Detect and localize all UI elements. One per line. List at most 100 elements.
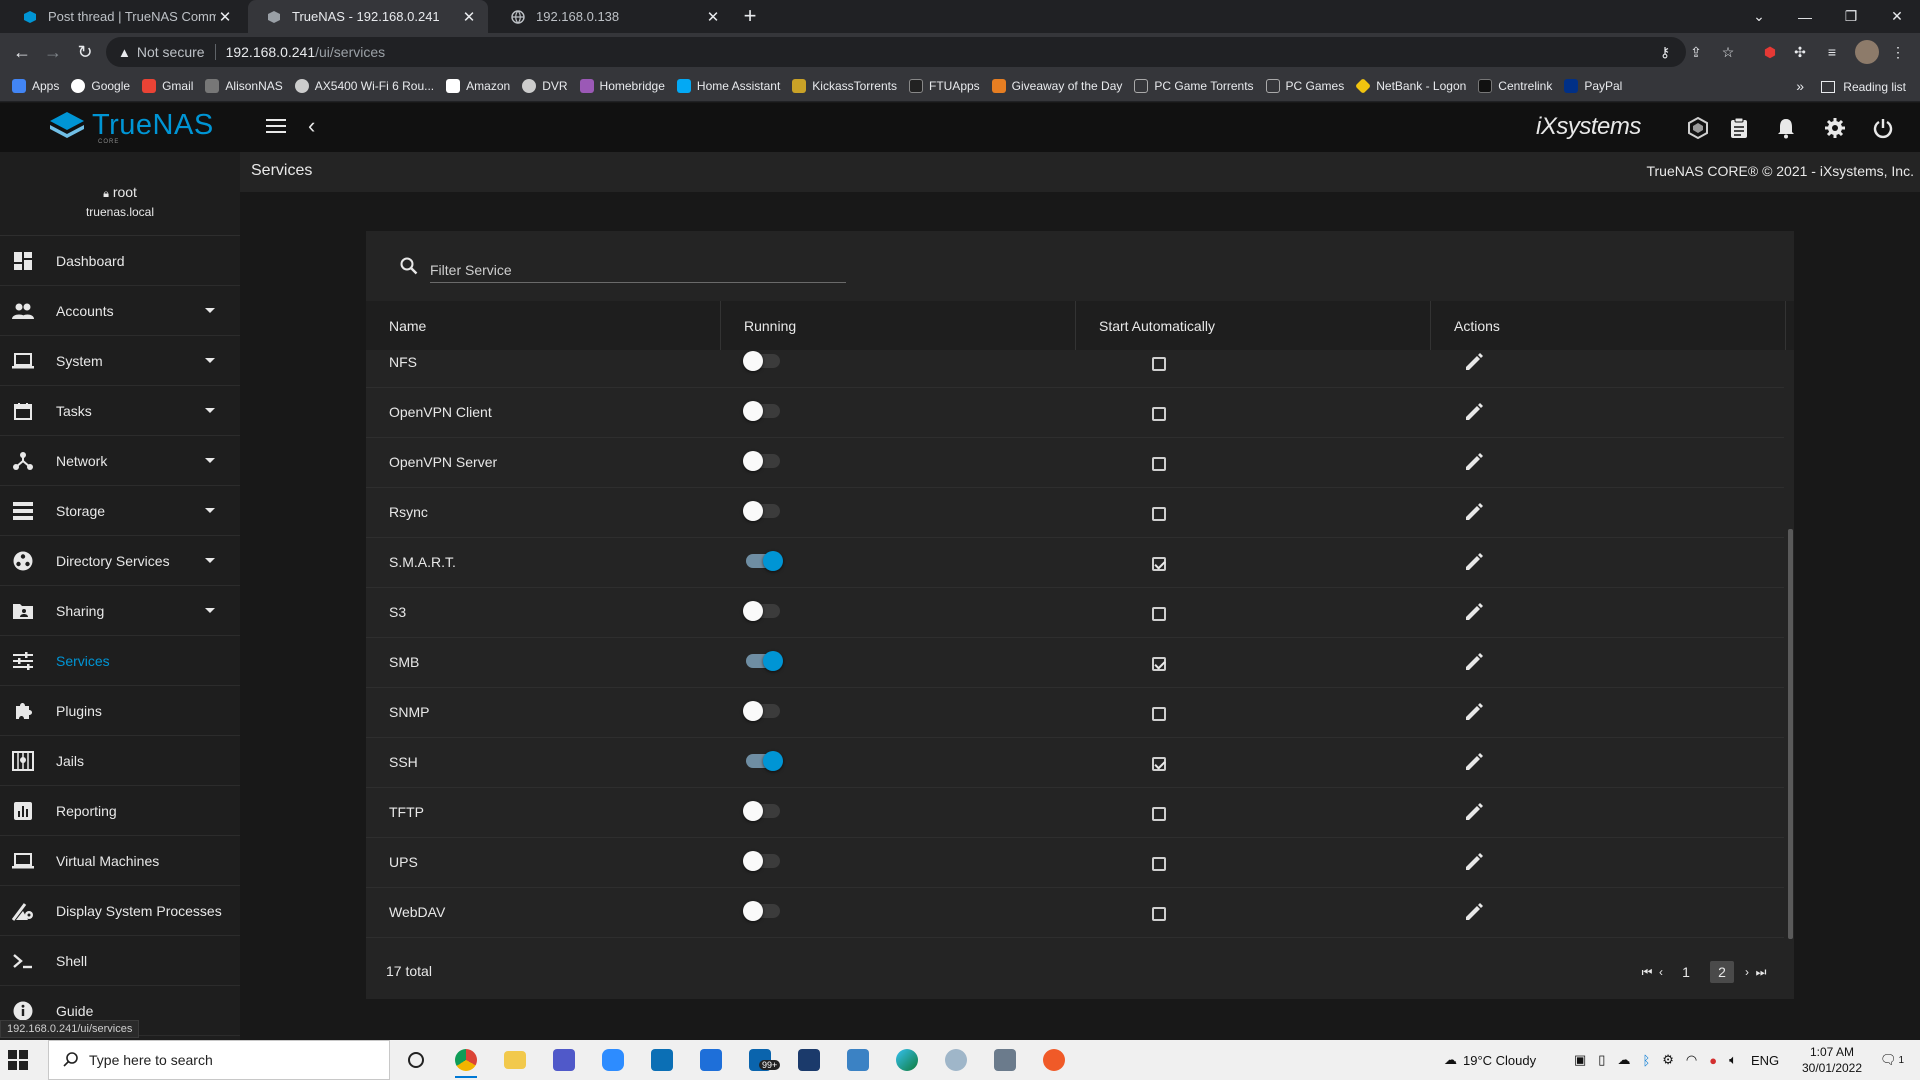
menu-icon[interactable]: ⋮ (1888, 42, 1908, 62)
truenas-logo[interactable]: TrueNAS (48, 110, 214, 140)
close-icon[interactable]: ✕ (460, 8, 478, 26)
edit-pencil-icon[interactable] (1463, 851, 1487, 875)
tab-192-168-0-138[interactable]: 192.168.0.138 ✕ (492, 0, 732, 33)
bookmark-giveaway[interactable]: Giveaway of the Day (991, 79, 1122, 93)
profile-avatar[interactable] (1855, 40, 1879, 64)
tray-icon[interactable]: ⚙ (1662, 1052, 1674, 1068)
start-automatically-checkbox[interactable] (1152, 757, 1166, 771)
table-scrollbar-thumb[interactable] (1788, 529, 1793, 939)
sidebar-item-dashboard[interactable]: Dashboard (0, 236, 240, 286)
edit-pencil-icon[interactable] (1463, 451, 1487, 475)
start-automatically-checkbox[interactable] (1152, 457, 1166, 471)
back-icon[interactable]: ← (7, 37, 37, 67)
column-header-running[interactable]: Running (721, 301, 1076, 350)
bookmark-paypal[interactable]: PayPal (1564, 79, 1622, 93)
minimize-icon[interactable]: — (1782, 0, 1828, 33)
running-toggle[interactable] (743, 401, 780, 421)
edit-pencil-icon[interactable] (1463, 601, 1487, 625)
store-icon[interactable] (843, 1046, 873, 1074)
address-bar[interactable]: ▲ Not secure 192.168.0.241/ui/services (106, 37, 1686, 67)
reading-list-button[interactable]: Reading list (1821, 71, 1906, 102)
bookmark-ftuapps[interactable]: FTUApps (908, 79, 980, 93)
start-automatically-checkbox[interactable] (1152, 557, 1166, 571)
previous-page-icon[interactable]: ‹ (1654, 965, 1668, 979)
start-automatically-checkbox[interactable] (1152, 657, 1166, 671)
page-1-button[interactable]: 1 (1674, 961, 1698, 983)
key-icon[interactable]: ⚷ (1655, 42, 1675, 62)
sidebar-item-jails[interactable]: Jails (0, 736, 240, 786)
sidebar-item-tasks[interactable]: Tasks (0, 386, 240, 436)
bookmark-kickass[interactable]: KickassTorrents (792, 79, 897, 93)
bookmark-netbank[interactable]: NetBank - Logon (1355, 78, 1466, 94)
bookmark-gmail[interactable]: Gmail (142, 79, 193, 93)
sidebar-item-network[interactable]: Network (0, 436, 240, 486)
running-toggle[interactable] (743, 801, 780, 821)
next-page-icon[interactable]: › (1740, 965, 1754, 979)
battery-icon[interactable]: ▯ (1598, 1052, 1605, 1068)
running-toggle[interactable] (746, 651, 783, 671)
edit-pencil-icon[interactable] (1463, 801, 1487, 825)
sidebar-item-plugins[interactable]: Plugins (0, 686, 240, 736)
lightning-app-icon[interactable] (1039, 1046, 1069, 1074)
network-tool-icon[interactable] (941, 1046, 971, 1074)
app-icon[interactable] (990, 1046, 1020, 1074)
sidebar-item-services[interactable]: Services (0, 636, 240, 686)
sidebar-item-accounts[interactable]: Accounts (0, 286, 240, 336)
close-window-icon[interactable]: ✕ (1874, 0, 1920, 33)
language-indicator[interactable]: ENG (1751, 1053, 1779, 1068)
first-page-icon[interactable]: ⏮ (1640, 965, 1654, 980)
clock[interactable]: 1:07 AM 30/01/2022 (1796, 1044, 1868, 1076)
running-toggle[interactable] (746, 751, 783, 771)
bookmark-ax5400[interactable]: AX5400 Wi-Fi 6 Rou... (294, 79, 434, 93)
running-toggle[interactable] (743, 451, 780, 471)
wifi-icon[interactable]: ◠ (1686, 1052, 1697, 1068)
edit-pencil-icon[interactable] (1463, 651, 1487, 675)
tab-truenas[interactable]: TrueNAS - 192.168.0.241 ✕ (248, 0, 488, 33)
start-automatically-checkbox[interactable] (1152, 857, 1166, 871)
zoom-icon[interactable] (598, 1046, 628, 1074)
edit-pencil-icon[interactable] (1463, 901, 1487, 925)
edit-pencil-icon[interactable] (1463, 351, 1487, 375)
tab-search-icon[interactable]: ⌄ (1736, 0, 1782, 33)
power-icon[interactable] (1870, 115, 1896, 141)
notifications-button[interactable]: 🗨︎ 1 (1880, 1040, 1904, 1080)
tray-icon[interactable]: ▣ (1574, 1052, 1586, 1068)
share-icon[interactable]: ⇪ (1686, 42, 1706, 62)
file-explorer-icon[interactable] (500, 1046, 530, 1074)
bookmark-star-icon[interactable]: ☆ (1718, 42, 1738, 62)
app-bookmark-icon[interactable] (647, 1046, 677, 1074)
bookmark-centrelink[interactable]: Centrelink (1478, 79, 1552, 93)
extensions-icon[interactable]: ✣ (1790, 42, 1810, 62)
start-automatically-checkbox[interactable] (1152, 807, 1166, 821)
filter-service-input[interactable] (430, 253, 846, 283)
volume-icon[interactable]: 🔈︎ (1729, 1052, 1737, 1068)
close-icon[interactable]: ✕ (704, 8, 722, 26)
teams-icon[interactable] (549, 1046, 579, 1074)
sidebar-item-virtual-machines[interactable]: Virtual Machines (0, 836, 240, 886)
start-automatically-checkbox[interactable] (1152, 507, 1166, 521)
tab-post-thread[interactable]: Post thread | TrueNAS Communit ✕ (4, 0, 244, 33)
start-automatically-checkbox[interactable] (1152, 907, 1166, 921)
column-header-name[interactable]: Name (366, 301, 721, 350)
reload-icon[interactable]: ↻ (70, 37, 100, 67)
running-toggle[interactable] (743, 851, 780, 871)
truecommand-icon[interactable] (1685, 115, 1711, 141)
bookmark-google[interactable]: Google (71, 79, 130, 93)
sidebar-item-reporting[interactable]: Reporting (0, 786, 240, 836)
running-toggle[interactable] (746, 551, 783, 571)
antivirus-icon[interactable]: ● (1709, 1053, 1717, 1068)
restore-icon[interactable]: ❐ (1828, 0, 1874, 33)
start-automatically-checkbox[interactable] (1152, 357, 1166, 371)
sidebar-item-system[interactable]: System (0, 336, 240, 386)
weather-widget[interactable]: ☁ 19°C Cloudy (1444, 1040, 1536, 1080)
onedrive-icon[interactable]: ☁ (1617, 1052, 1630, 1068)
media-icon[interactable]: ≡ (1822, 42, 1842, 62)
start-automatically-checkbox[interactable] (1152, 407, 1166, 421)
windows-start-icon[interactable] (8, 1050, 28, 1070)
bluetooth-icon[interactable]: ᛒ (1642, 1053, 1650, 1068)
chrome-icon[interactable] (451, 1046, 481, 1078)
edit-pencil-icon[interactable] (1463, 501, 1487, 525)
more-bookmarks-icon[interactable]: » (1796, 78, 1804, 94)
forward-icon[interactable]: → (38, 37, 68, 67)
running-toggle[interactable] (743, 701, 780, 721)
